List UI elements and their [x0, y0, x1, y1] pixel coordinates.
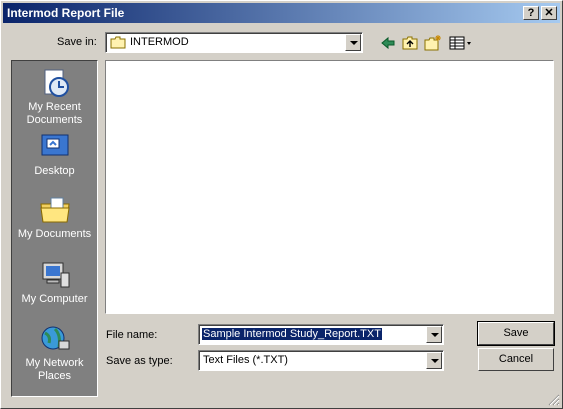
- new-folder-icon[interactable]: [424, 34, 442, 52]
- help-button[interactable]: ?: [523, 6, 539, 20]
- folder-icon: [110, 36, 126, 49]
- up-folder-icon[interactable]: [401, 34, 419, 52]
- resize-grip-icon[interactable]: [548, 394, 560, 406]
- network-places-icon: [41, 326, 69, 350]
- save-as-type-label: Save as type:: [106, 355, 173, 367]
- save-in-value: INTERMOD: [130, 36, 189, 48]
- place-my-recent-documents[interactable]: My Recent Documents: [12, 67, 97, 127]
- save-in-dropdown[interactable]: INTERMOD: [105, 32, 363, 53]
- view-menu-icon[interactable]: [448, 34, 474, 52]
- my-computer-icon: [42, 262, 69, 288]
- my-documents-icon: [39, 197, 70, 223]
- place-label: My Recent Documents: [26, 101, 83, 126]
- place-label: My Computer: [21, 293, 88, 305]
- chevron-down-icon[interactable]: [426, 352, 442, 369]
- save-button[interactable]: Save: [477, 321, 555, 346]
- save-dialog: Intermod Report File ? ✕ Save in: INTERM…: [0, 0, 563, 409]
- cancel-button[interactable]: Cancel: [478, 348, 554, 371]
- save-in-label: Save in:: [57, 36, 97, 48]
- place-my-computer[interactable]: My Computer: [12, 259, 97, 306]
- title-bar[interactable]: Intermod Report File ? ✕: [3, 3, 560, 23]
- close-button[interactable]: ✕: [541, 6, 557, 20]
- place-label: Desktop: [34, 165, 75, 177]
- place-my-documents[interactable]: My Documents: [12, 194, 97, 241]
- desktop-icon: [41, 134, 68, 156]
- place-label: My Documents: [17, 228, 92, 240]
- place-desktop[interactable]: Desktop: [12, 131, 97, 178]
- file-name-value: Sample Intermod Study_Report.TXT: [202, 328, 382, 340]
- save-as-type-dropdown[interactable]: Text Files (*.TXT): [198, 350, 444, 371]
- file-list[interactable]: [105, 60, 554, 314]
- save-as-type-value: Text Files (*.TXT): [203, 354, 288, 366]
- place-my-network-places[interactable]: My Network Places: [12, 323, 97, 383]
- window-title: Intermod Report File: [7, 6, 125, 20]
- places-bar: My Recent Documents Desktop My Documents: [11, 60, 98, 397]
- file-name-input[interactable]: Sample Intermod Study_Report.TXT: [198, 324, 444, 345]
- place-label: My Network Places: [25, 357, 84, 382]
- back-arrow-icon[interactable]: [379, 34, 397, 52]
- recent-documents-icon: [44, 69, 69, 97]
- file-name-label: File name:: [106, 329, 158, 341]
- chevron-down-icon[interactable]: [345, 34, 361, 51]
- chevron-down-icon[interactable]: [426, 326, 442, 343]
